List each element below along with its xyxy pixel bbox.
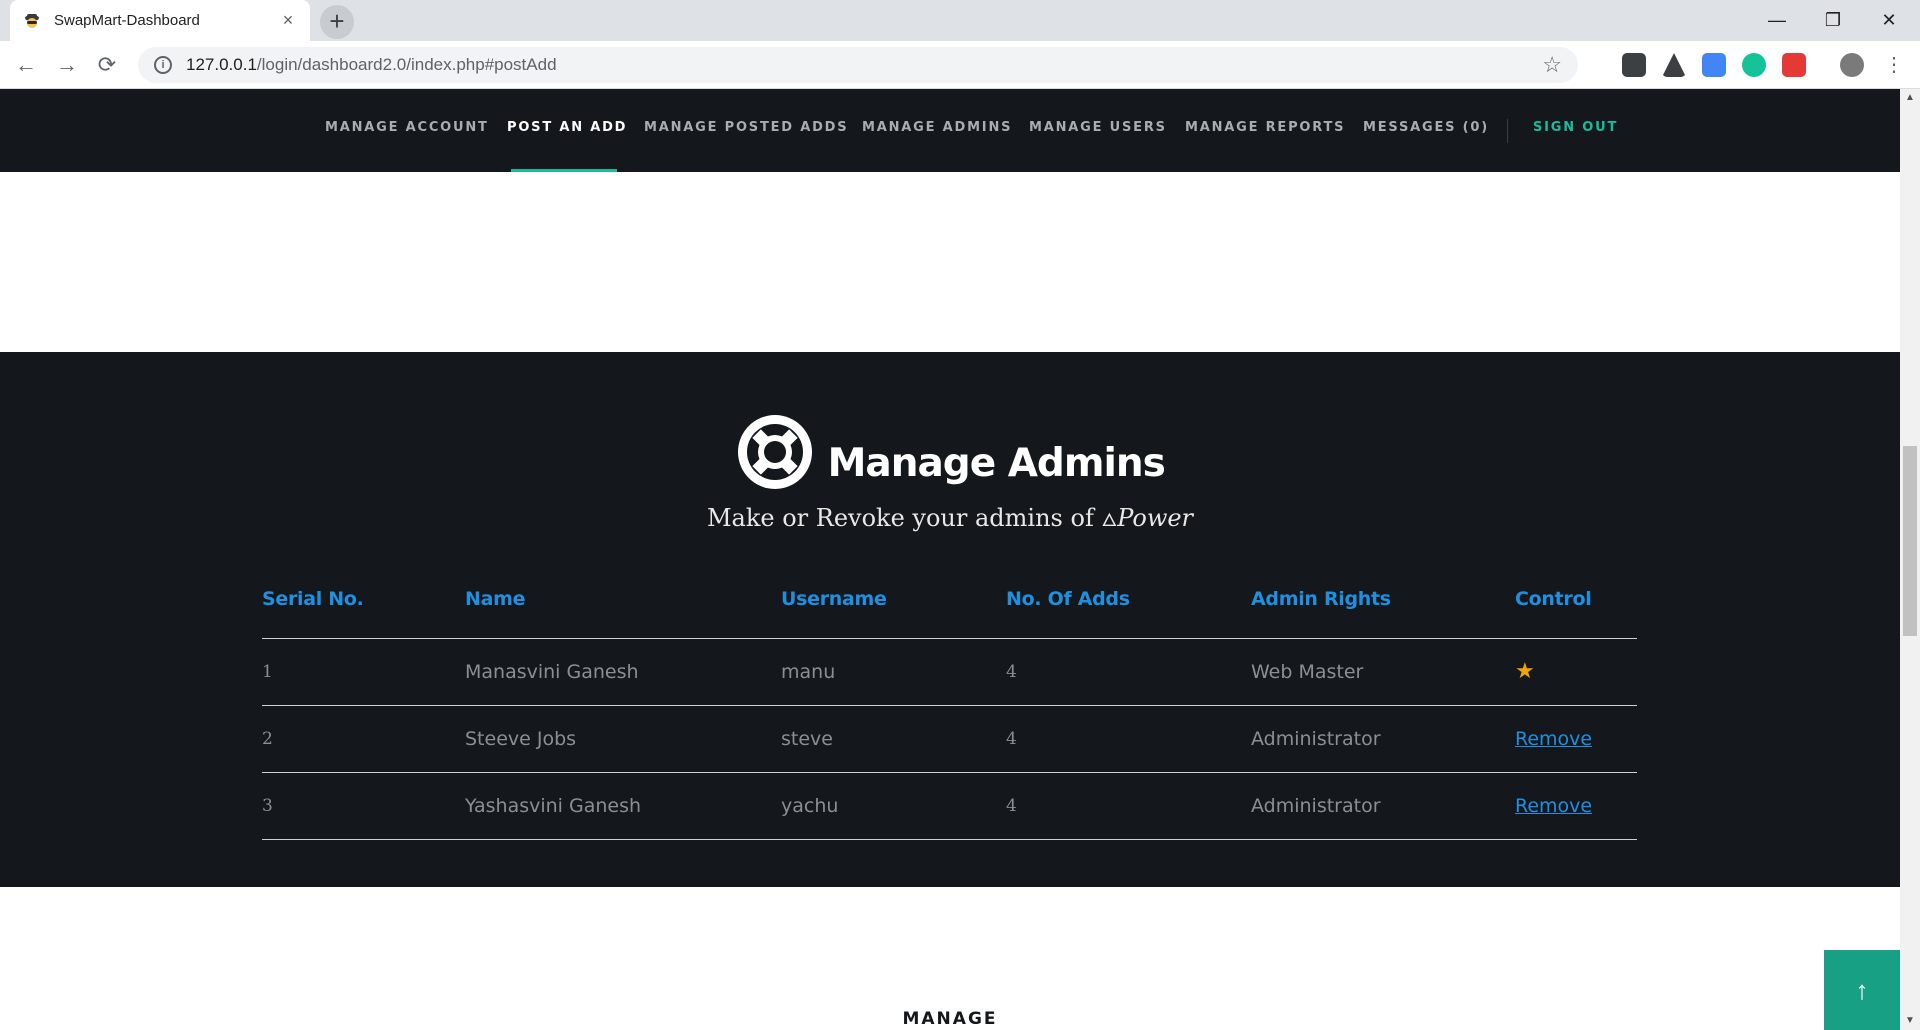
cell-adds: 4 xyxy=(1006,772,1251,840)
cell-control: Remove xyxy=(1515,705,1637,773)
subtitle-power: Power xyxy=(1117,504,1194,532)
cell-rights: Web Master xyxy=(1251,638,1515,706)
col-username: Username xyxy=(781,588,1006,639)
nav-manage-admins[interactable]: MANAGE ADMINS xyxy=(862,120,1012,135)
table-row: 1 Manasvini Ganesh manu 4 Web Master ★ xyxy=(262,638,1637,706)
grammarly-icon[interactable] xyxy=(1742,53,1766,77)
cell-name: Steeve Jobs xyxy=(465,705,781,773)
forward-icon[interactable]: → xyxy=(51,49,83,81)
url-text[interactable]: 127.0.0.1/login/dashboard2.0/index.php#p… xyxy=(186,55,1542,75)
nav-manage-users[interactable]: MANAGE USERS xyxy=(1029,120,1167,135)
cell-name: Manasvini Ganesh xyxy=(465,638,781,706)
table-row: 3 Yashasvini Ganesh yachu 4 Administrato… xyxy=(262,772,1637,840)
nav-manage-posted-adds[interactable]: MANAGE POSTED ADDS xyxy=(644,120,848,135)
site-navbar: MANAGE ACCOUNT POST AN ADD MANAGE POSTED… xyxy=(0,89,1900,172)
cell-serial: 1 xyxy=(262,638,465,706)
rocket-icon[interactable] xyxy=(1662,53,1686,77)
remove-admin-link[interactable]: Remove xyxy=(1515,795,1592,817)
star-icon: ★ xyxy=(1515,659,1535,684)
cell-control: ★ xyxy=(1515,638,1637,706)
remove-admin-link[interactable]: Remove xyxy=(1515,728,1592,750)
cell-name: Yashasvini Ganesh xyxy=(465,772,781,840)
section-subtitle: Make or Revoke your admins of 🜂Power xyxy=(0,500,1900,537)
menu-icon[interactable]: ⋮ xyxy=(1878,49,1910,81)
bookmark-icon[interactable] xyxy=(1782,53,1806,77)
tab-title: SwapMart-Dashboard xyxy=(54,12,200,29)
address-bar[interactable]: i 127.0.0.1/login/dashboard2.0/index.php… xyxy=(138,47,1578,83)
cell-username: manu xyxy=(781,638,1006,706)
table-row: 2 Steeve Jobs steve 4 Administrator Remo… xyxy=(262,705,1637,773)
translate-icon[interactable] xyxy=(1702,53,1726,77)
cell-username: yachu xyxy=(781,772,1006,840)
scroll-down-icon[interactable]: ▼ xyxy=(1900,1012,1920,1030)
site-info-icon[interactable]: i xyxy=(154,56,172,74)
scroll-thumb[interactable] xyxy=(1903,446,1917,636)
cell-adds: 4 xyxy=(1006,638,1251,706)
new-tab-button[interactable]: + xyxy=(320,5,354,39)
cell-username: steve xyxy=(781,705,1006,773)
nav-manage-reports[interactable]: MANAGE REPORTS xyxy=(1185,120,1345,135)
nav-manage-account[interactable]: MANAGE ACCOUNT xyxy=(325,120,489,135)
back-icon[interactable]: ← xyxy=(10,49,42,81)
col-name: Name xyxy=(465,588,781,639)
col-rights: Admin Rights xyxy=(1251,588,1515,639)
nav-post-an-add[interactable]: POST AN ADD xyxy=(507,120,627,135)
browser-tab[interactable]: SwapMart-Dashboard × xyxy=(10,0,310,41)
browser-toolbar: ← → ⟳ i 127.0.0.1/login/dashboard2.0/ind… xyxy=(0,41,1920,89)
restore-icon[interactable]: ❐ xyxy=(1805,0,1861,41)
cell-adds: 4 xyxy=(1006,705,1251,773)
cell-serial: 3 xyxy=(262,772,465,840)
cell-rights: Administrator xyxy=(1251,772,1515,840)
nav-messages[interactable]: MESSAGES (0) xyxy=(1363,120,1489,135)
section-title: Manage Admins xyxy=(827,440,1166,486)
tab-close-icon[interactable]: × xyxy=(278,10,298,31)
next-section: MANAGE xyxy=(0,887,1900,1030)
nav-sign-out[interactable]: SIGN OUT xyxy=(1533,120,1618,135)
cell-control: Remove xyxy=(1515,772,1637,840)
section-heading: Manage Admins xyxy=(0,412,1900,492)
subtitle-text: Make or Revoke your admins of xyxy=(706,504,1102,532)
reload-icon[interactable]: ⟳ xyxy=(91,49,123,81)
col-serial: Serial No. xyxy=(262,588,465,639)
cell-rights: Administrator xyxy=(1251,705,1515,773)
nav-divider xyxy=(1507,119,1508,143)
spy-favicon-icon xyxy=(25,13,39,28)
nav-active-underline xyxy=(511,169,617,172)
col-adds: No. Of Adds xyxy=(1006,588,1251,639)
table-header-row: Serial No. Name Username No. Of Adds Adm… xyxy=(262,588,1637,639)
scroll-up-icon[interactable]: ▲ xyxy=(1900,89,1920,107)
page-viewport: MANAGE ACCOUNT POST AN ADD MANAGE POSTED… xyxy=(0,89,1900,1030)
browser-tabbar: SwapMart-Dashboard × + — ❐ ✕ xyxy=(0,0,1920,41)
back-to-top-button[interactable]: ↑ xyxy=(1824,950,1900,1030)
admins-table: Serial No. Name Username No. Of Adds Adm… xyxy=(262,588,1637,840)
col-control: Control xyxy=(1515,588,1637,639)
profile-avatar[interactable] xyxy=(1840,53,1864,77)
page-scrollbar[interactable]: ▲ ▼ xyxy=(1900,89,1920,1030)
manage-admins-section: Manage Admins Make or Revoke your admins… xyxy=(0,352,1900,887)
close-window-icon[interactable]: ✕ xyxy=(1861,0,1917,41)
pocket-icon[interactable] xyxy=(1622,53,1646,77)
flame-icon: 🜂 xyxy=(1101,510,1118,531)
cell-serial: 2 xyxy=(262,705,465,773)
lifebuoy-icon xyxy=(738,415,813,489)
minimize-icon[interactable]: — xyxy=(1749,0,1805,41)
bookmark-star-icon[interactable]: ☆ xyxy=(1542,52,1562,78)
next-section-title: MANAGE xyxy=(902,1009,998,1029)
